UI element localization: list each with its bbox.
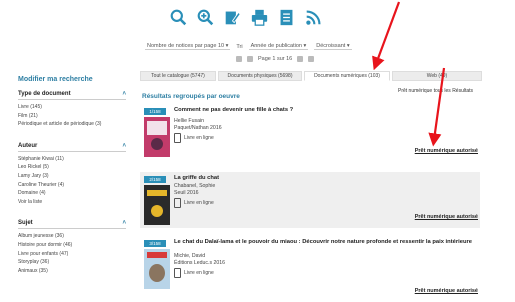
chevron-up-icon[interactable]: ˄ bbox=[122, 220, 126, 226]
facet-head[interactable]: Sujet ˄ bbox=[18, 220, 126, 230]
chevron-up-icon[interactable]: ˄ bbox=[122, 91, 126, 97]
format-label: Livre en ligne bbox=[184, 135, 214, 141]
facet-document-type: Type de document ˄ Livre (145) Film (21) … bbox=[18, 91, 126, 129]
result-publisher: Paquet/Nathan 2016 bbox=[174, 125, 222, 131]
facet-author: Auteur ˄ Stéphanie Kiwai (11) Leo Rickel … bbox=[18, 143, 126, 207]
facet-item[interactable]: Caroline Theurier (4) bbox=[18, 181, 126, 190]
format-badge: Livre en ligne bbox=[174, 268, 214, 278]
chevron-up-icon[interactable]: ˄ bbox=[122, 143, 126, 149]
book-cover[interactable] bbox=[144, 185, 170, 225]
result-tabs: Tout le catalogue (5747) Documents physi… bbox=[140, 71, 482, 81]
edit-icon[interactable] bbox=[224, 9, 241, 26]
result-title[interactable]: Le chat du Dalaï-lama et le pouvoir du m… bbox=[174, 239, 474, 246]
toolbar bbox=[170, 9, 322, 26]
per-page-label: Nombre de notices par page bbox=[147, 43, 217, 49]
sort-label: Tri bbox=[236, 43, 243, 50]
per-page-select[interactable]: Nombre de notices par page 10 ▾ bbox=[145, 43, 231, 50]
format-badge: Livre en ligne bbox=[174, 198, 214, 208]
per-page-value: 10 bbox=[217, 43, 225, 49]
facet-item[interactable]: Film (21) bbox=[18, 112, 126, 121]
book-cover[interactable] bbox=[144, 249, 170, 289]
result-author[interactable]: Chabanel, Sophie bbox=[174, 183, 215, 189]
next-page-button[interactable] bbox=[297, 56, 304, 62]
tab-label: Tout le catalogue (5747) bbox=[151, 73, 205, 79]
order-value: Décroissant bbox=[316, 43, 346, 49]
results-title: Résultats regroupés par oeuvre bbox=[142, 93, 240, 100]
pager-text: Page 1 sur 16 bbox=[258, 56, 293, 62]
result-index-badge: 2/158 bbox=[144, 176, 166, 183]
ebook-icon bbox=[174, 133, 181, 143]
all-results-link[interactable]: Prêt numérique tous les Résultats bbox=[398, 88, 473, 94]
pager: Page 1 sur 16 bbox=[236, 56, 315, 62]
facet-subject: Sujet ˄ Album jeunesse (36) Histoire pour… bbox=[18, 220, 126, 275]
tab-physical[interactable]: Documents physiques (5698) bbox=[218, 71, 302, 81]
facet-head-label: Type de document bbox=[18, 91, 71, 97]
facet-head-label: Auteur bbox=[18, 142, 38, 149]
facet-item[interactable]: Périodique et article de périodique (3) bbox=[18, 120, 126, 129]
facet-item[interactable]: Livre pour enfants (47) bbox=[18, 250, 126, 259]
facet-item[interactable]: Stéphanie Kiwai (11) bbox=[18, 155, 126, 164]
facet-item[interactable]: Leo Rickel (5) bbox=[18, 163, 126, 172]
order-select[interactable]: Décroissant ▾ bbox=[314, 43, 352, 50]
format-badge: Livre en ligne bbox=[174, 133, 214, 143]
facet-item[interactable]: Histoire pour dormir (46) bbox=[18, 241, 126, 250]
tab-digital[interactable]: Documents numériques (103) bbox=[304, 71, 390, 81]
tab-web[interactable]: Web (49) bbox=[392, 71, 482, 81]
result-item: 3/158 Le chat du Dalaï-lama et le pouvoi… bbox=[140, 236, 480, 300]
result-title[interactable]: La griffe du chat bbox=[174, 175, 474, 182]
prev-page-button[interactable] bbox=[247, 56, 253, 62]
result-item: 1/158 Comment ne pas devenir une fille à… bbox=[140, 104, 480, 170]
ebook-icon bbox=[174, 268, 181, 278]
loan-authorized-link[interactable]: Prêt numérique autorisé bbox=[415, 214, 478, 220]
sort-value: Année de publication bbox=[250, 43, 302, 49]
facet-item[interactable]: Lamy Jary (3) bbox=[18, 172, 126, 181]
result-index-badge: 3/158 bbox=[144, 240, 166, 247]
loan-authorized-link[interactable]: Prêt numérique autorisé bbox=[415, 148, 478, 154]
result-publisher: Éditions Leduc.s 2016 bbox=[174, 260, 226, 266]
book-cover[interactable] bbox=[144, 117, 170, 157]
tab-label: Web (49) bbox=[426, 73, 448, 79]
result-index-badge: 1/158 bbox=[144, 108, 166, 115]
tab-label: Documents physiques (5698) bbox=[227, 73, 293, 79]
facet-item[interactable]: Voir la liste bbox=[18, 198, 126, 207]
facet-head[interactable]: Auteur ˄ bbox=[18, 143, 126, 152]
print-icon[interactable] bbox=[251, 9, 268, 26]
result-title[interactable]: Comment ne pas devenir une fille à chats… bbox=[174, 107, 474, 114]
ebook-icon bbox=[174, 198, 181, 208]
sidebar-title: Modifier ma recherche bbox=[18, 76, 93, 83]
format-label: Livre en ligne bbox=[184, 270, 214, 276]
result-publisher: Seuil 2016 bbox=[174, 190, 199, 196]
facet-head[interactable]: Type de document ˄ bbox=[18, 91, 126, 100]
sort-select[interactable]: Année de publication ▾ bbox=[248, 43, 309, 50]
result-item: 2/158 La griffe du chat Chabanel, Sophie… bbox=[140, 172, 480, 228]
sort-controls: Nombre de notices par page 10 ▾ Tri Anné… bbox=[145, 43, 352, 50]
tab-label: Documents numériques (103) bbox=[314, 73, 380, 79]
zoom-search-icon[interactable] bbox=[197, 9, 214, 26]
sidebar: Modifier ma recherche Type de document ˄ … bbox=[18, 76, 126, 283]
tab-all-catalog[interactable]: Tout le catalogue (5747) bbox=[140, 71, 216, 81]
facet-item[interactable]: Animaux (35) bbox=[18, 267, 126, 276]
format-label: Livre en ligne bbox=[184, 200, 214, 206]
facet-item[interactable]: Domaine (4) bbox=[18, 189, 126, 198]
loan-authorized-link[interactable]: Prêt numérique autorisé bbox=[415, 288, 478, 294]
result-author[interactable]: Michie, David bbox=[174, 253, 205, 259]
document-icon[interactable] bbox=[278, 9, 295, 26]
search-icon[interactable] bbox=[170, 9, 187, 26]
first-page-button[interactable] bbox=[236, 56, 242, 62]
arrow-to-digital-tab bbox=[372, 1, 401, 71]
last-page-button[interactable] bbox=[308, 56, 315, 62]
facet-item[interactable]: Livre (145) bbox=[18, 103, 126, 112]
facet-head-label: Sujet bbox=[18, 220, 33, 227]
facet-item[interactable]: Album jeunesse (36) bbox=[18, 232, 126, 241]
facet-item[interactable]: Storyplay (36) bbox=[18, 258, 126, 267]
result-author[interactable]: Hellie Fusain bbox=[174, 118, 204, 124]
rss-icon[interactable] bbox=[305, 9, 322, 26]
